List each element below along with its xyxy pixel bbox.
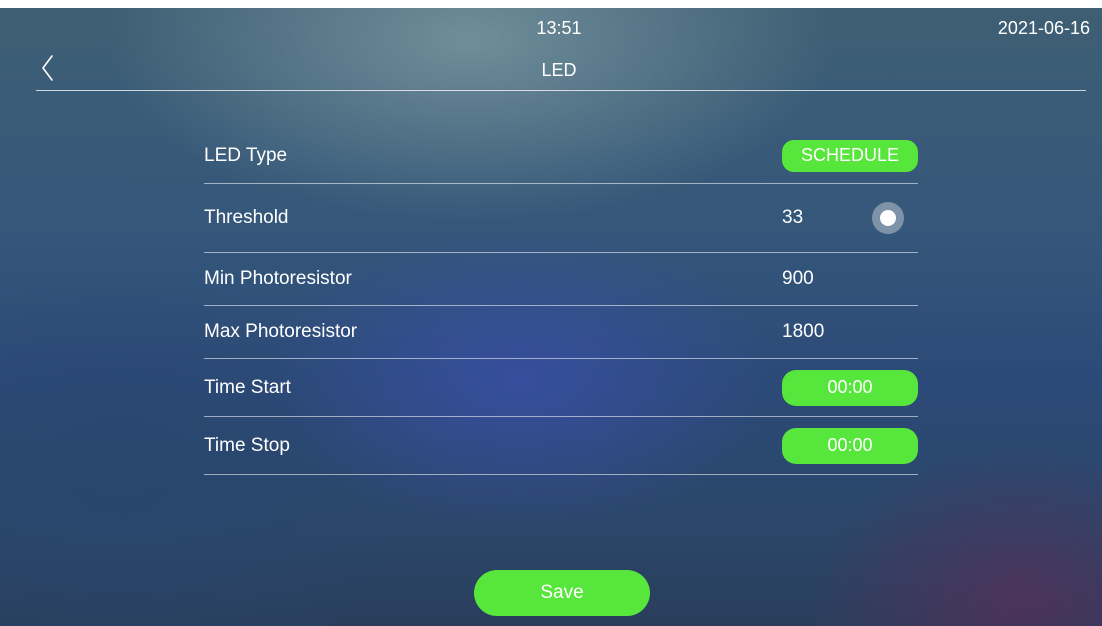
status-time: 13:51	[536, 18, 582, 38]
status-bar: 13:51 2021-06-16	[0, 8, 1102, 44]
time-stop-label: Time Stop	[204, 434, 290, 456]
max-photoresistor-label: Max Photoresistor	[204, 321, 358, 342]
time-start-label: Time Start	[204, 376, 291, 398]
header: LED	[0, 44, 1102, 92]
row-min-photoresistor: Min Photoresistor 900	[204, 253, 918, 306]
row-max-photoresistor: Max Photoresistor 1800	[204, 306, 918, 359]
page-title: LED	[541, 60, 577, 80]
min-photoresistor-value[interactable]: 900	[782, 253, 814, 305]
threshold-toggle[interactable]	[872, 202, 904, 234]
time-start-picker[interactable]: 00:00	[782, 369, 918, 406]
top-strip	[0, 0, 1102, 8]
header-divider	[36, 90, 1086, 91]
row-time-stop: Time Stop 00:00	[204, 417, 918, 475]
status-date: 2021-06-16	[997, 18, 1090, 38]
save-button[interactable]: Save	[474, 570, 650, 616]
row-led-type: LED Type SCHEDULE	[204, 128, 918, 184]
led-settings-screen: 13:51 2021-06-16 LED LED Type SCHEDULE T…	[0, 0, 1102, 626]
settings-list: LED Type SCHEDULE Threshold 33 Min Photo…	[204, 128, 918, 475]
radio-toggle-icon	[880, 210, 896, 226]
led-type-label: LED Type	[204, 144, 288, 166]
led-type-selector[interactable]: SCHEDULE	[782, 139, 918, 172]
time-stop-picker[interactable]: 00:00	[782, 427, 918, 464]
max-photoresistor-value[interactable]: 1800	[782, 306, 824, 358]
row-threshold: Threshold 33	[204, 184, 918, 253]
threshold-value: 33	[782, 207, 804, 228]
row-time-start: Time Start 00:00	[204, 359, 918, 417]
min-photoresistor-label: Min Photoresistor	[204, 268, 352, 289]
threshold-label: Threshold	[204, 207, 289, 228]
